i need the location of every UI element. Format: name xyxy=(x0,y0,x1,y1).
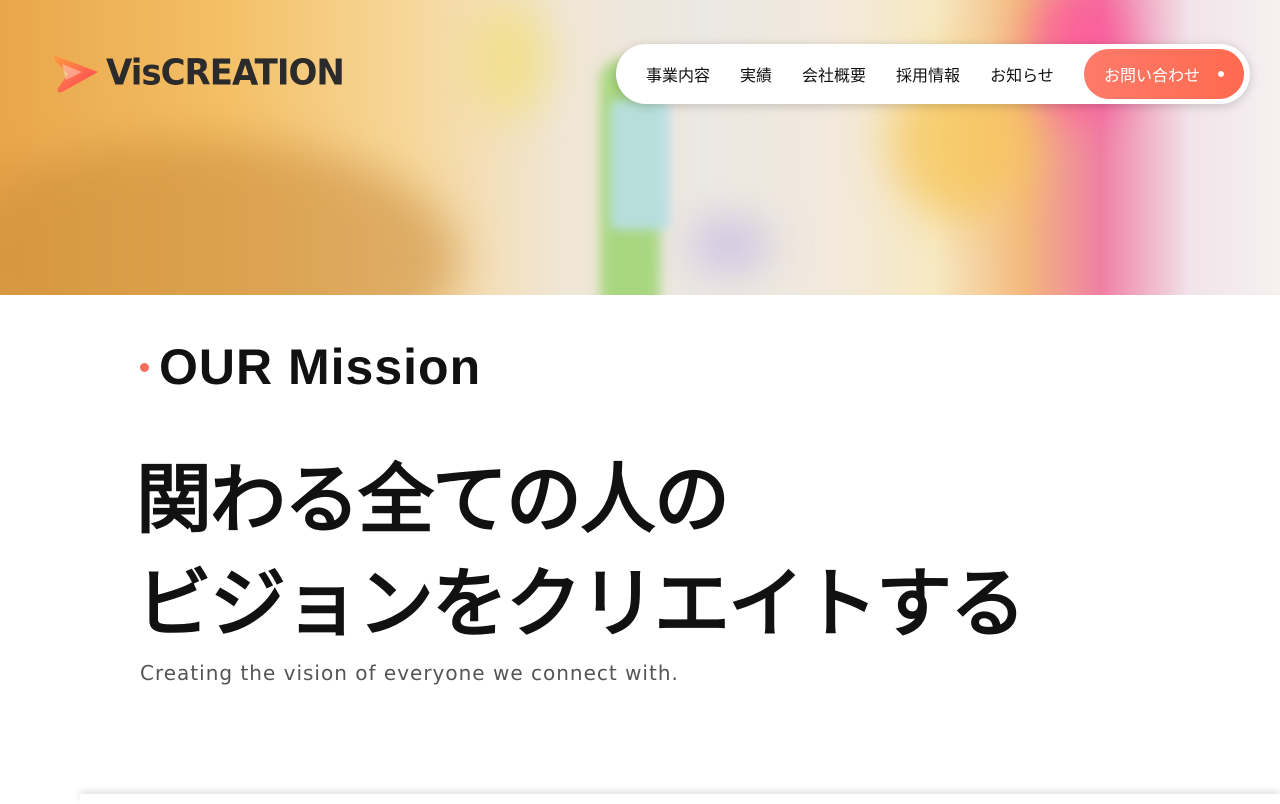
site-logo[interactable]: VisCREATION xyxy=(52,50,345,96)
dot-icon xyxy=(1218,71,1224,77)
headline-line-1: 関わる全ての人の xyxy=(136,455,730,544)
main-navigation: 事業内容 実績 会社概要 採用情報 お知らせ お問い合わせ xyxy=(616,44,1250,104)
mission-heading: OUR Mission xyxy=(140,338,481,396)
bullet-dot-icon xyxy=(140,362,149,372)
nav-item-recruit[interactable]: 採用情報 xyxy=(896,62,960,86)
next-section-edge xyxy=(80,794,1280,804)
logo-wordmark: VisCREATION xyxy=(106,52,345,94)
mission-headline: 関わる全ての人の ビジョンをクリエイトする xyxy=(136,448,1026,656)
headline-line-2: ビジョンをクリエイトする xyxy=(136,559,1026,648)
contact-button-label: お問い合わせ xyxy=(1103,66,1200,85)
mission-subtitle: Creating the vision of everyone we conne… xyxy=(140,661,679,685)
nav-item-news[interactable]: お知らせ xyxy=(990,62,1054,86)
nav-item-company[interactable]: 会社概要 xyxy=(802,62,866,86)
logo-arrow-icon xyxy=(52,50,100,96)
nav-item-works[interactable]: 実績 xyxy=(740,62,772,86)
contact-button[interactable]: お問い合わせ xyxy=(1084,49,1244,99)
section-title: OUR Mission xyxy=(159,339,482,395)
nav-item-services[interactable]: 事業内容 xyxy=(646,62,710,86)
